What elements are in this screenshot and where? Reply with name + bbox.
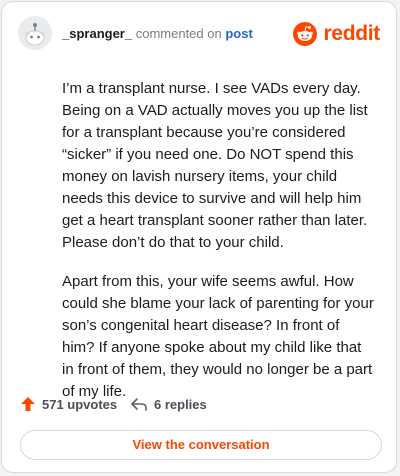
post-link[interactable]: post [225, 26, 252, 41]
reply-arrow-icon [131, 398, 147, 411]
comment-paragraph-2: Apart from this, your wife seems awful. … [62, 273, 374, 400]
upvote-button[interactable]: 571 upvotes [20, 396, 117, 412]
comment-actions: 571 upvotes 6 replies [20, 396, 378, 416]
replies-button[interactable]: 6 replies [130, 396, 207, 412]
username-link[interactable]: _spranger_ [62, 26, 132, 41]
upvote-count: 571 upvotes [42, 396, 118, 412]
snoo-avatar-icon [18, 16, 52, 50]
upvote-arrow-icon [21, 397, 35, 411]
reddit-brand[interactable]: reddit [293, 20, 380, 48]
reddit-wordmark: reddit [323, 22, 380, 45]
view-conversation-button[interactable]: View the conversation [20, 430, 382, 460]
user-avatar[interactable] [18, 16, 52, 50]
comment-paragraph-1: I’m a transplant nurse. I see VADs every… [62, 80, 368, 251]
comment-meta: _spranger_ commented on post [62, 26, 253, 42]
reply-count: 6 replies [154, 396, 207, 412]
action-text: commented on [135, 26, 222, 41]
comment-header: _spranger_ commented on post reddit [18, 16, 380, 52]
reddit-logo-icon [293, 22, 318, 46]
comment-body: I’m a transplant nurse. I see VADs every… [62, 78, 374, 420]
comment-card: _spranger_ commented on post reddit I’m … [1, 1, 397, 473]
